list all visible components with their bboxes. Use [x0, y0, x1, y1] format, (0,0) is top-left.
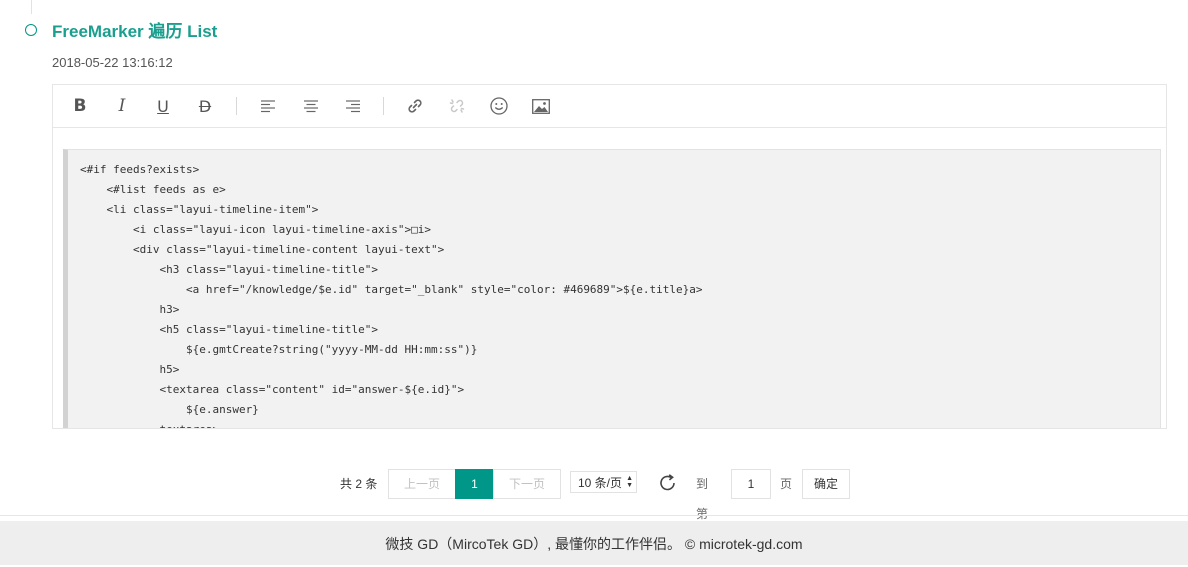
italic-glyph: I	[118, 96, 126, 116]
page-unit-label: 页	[780, 477, 793, 491]
align-left-icon[interactable]	[255, 94, 281, 118]
timeline-line	[31, 0, 32, 14]
next-page-button[interactable]: 下一页	[493, 469, 561, 499]
total-count: 共 2 条	[340, 477, 378, 491]
code-line: <#list feeds as e>	[80, 183, 226, 196]
footer-divider	[0, 515, 1188, 516]
page-number-input[interactable]: 1	[731, 469, 771, 499]
strikethrough-icon[interactable]: D	[192, 94, 218, 118]
footer: 微技 GD（MircoTek GD）, 最懂你的工作伴侣。 © microtek…	[0, 521, 1188, 565]
timeline-axis-circle-icon	[25, 24, 37, 36]
toolbar-divider	[236, 97, 237, 115]
underline-glyph: U	[157, 96, 169, 116]
align-right-icon[interactable]	[340, 94, 366, 118]
goto-label: 到第	[696, 477, 709, 521]
code-line: <h5 class="layui-timeline-title">	[80, 323, 379, 336]
code-line: textarea>	[80, 420, 703, 428]
unlink-icon[interactable]	[444, 94, 470, 118]
page-1-button[interactable]: 1	[455, 469, 494, 499]
image-icon[interactable]	[528, 94, 554, 118]
code-line: <textarea class="content" id="answer-${e…	[80, 383, 465, 396]
code-line: <h3 class="layui-timeline-title">	[80, 263, 379, 276]
code-lines: <#if feeds?exists> <#list feeds as e> <l…	[80, 160, 703, 428]
code-line: <#if feeds?exists>	[80, 163, 200, 176]
post-title[interactable]: FreeMarker 遍历 List	[52, 20, 217, 44]
align-center-icon[interactable]	[298, 94, 324, 118]
toolbar-divider	[383, 97, 384, 115]
strikethrough-glyph: D	[198, 96, 212, 116]
emoji-icon[interactable]	[486, 94, 512, 118]
code-line: <i class="layui-icon layui-timeline-axis…	[80, 223, 431, 236]
code-line: ${e.answer}	[80, 403, 259, 416]
code-line: <li class="layui-timeline-item">	[80, 203, 319, 216]
page-size-value: 10 条/页	[578, 476, 623, 490]
post-timestamp: 2018-05-22 13:16:12	[52, 55, 173, 70]
code-line: h3>	[80, 303, 180, 316]
bold-glyph: B	[73, 96, 87, 116]
bold-icon[interactable]: B	[67, 94, 93, 118]
code-line: h5>	[80, 363, 180, 376]
footer-text: 微技 GD（MircoTek GD）, 最懂你的工作伴侣。 © microtek…	[385, 536, 803, 552]
code-block[interactable]: <#if feeds?exists> <#list feeds as e> <l…	[63, 149, 1161, 428]
refresh-icon[interactable]	[658, 473, 678, 493]
confirm-button[interactable]: 确定	[802, 469, 850, 499]
italic-icon[interactable]: I	[109, 94, 135, 118]
underline-icon[interactable]: U	[150, 94, 176, 118]
link-icon[interactable]	[402, 94, 428, 118]
code-line: ${e.gmtCreate?string("yyyy-MM-dd HH:mm:s…	[80, 343, 478, 356]
editor-toolbar: B I U D	[53, 85, 1166, 128]
rich-text-editor[interactable]: B I U D <#if feeds?exists> <#list feeds …	[52, 84, 1167, 429]
select-arrows-icon: ▲ ▼	[626, 475, 633, 489]
code-line: <a href="/knowledge/$e.id" target="_blan…	[80, 283, 703, 296]
page-size-select[interactable]: 10 条/页 ▲ ▼	[570, 471, 637, 493]
prev-page-button[interactable]: 上一页	[388, 469, 456, 499]
code-line: <div class="layui-timeline-content layui…	[80, 243, 445, 256]
